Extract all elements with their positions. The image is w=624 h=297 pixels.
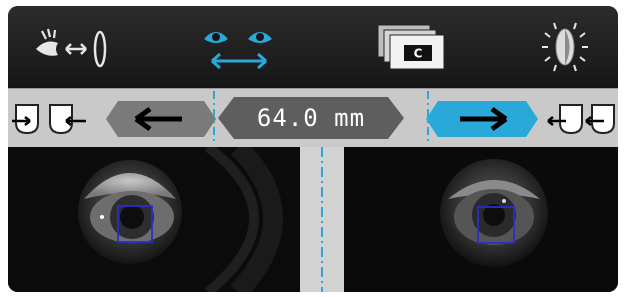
vertex-distance-tool[interactable]	[30, 16, 120, 78]
left-eye-image	[8, 147, 300, 292]
right-eye-image	[344, 147, 618, 292]
near-vision-card-tool[interactable]: C	[368, 16, 458, 78]
lens-light-icon	[542, 22, 588, 72]
left-eye-view[interactable]	[8, 147, 300, 292]
center-divider	[300, 147, 344, 292]
pupillary-distance-tool[interactable]	[194, 16, 284, 78]
right-monocular-eyes-icon	[547, 104, 615, 135]
toolbar: C	[8, 6, 618, 88]
binocular-pd-icon	[204, 32, 272, 70]
center-guide-line	[321, 147, 323, 292]
pd-value-text: 64.0 mm	[256, 104, 366, 132]
eye-lens-distance-icon	[36, 28, 107, 68]
pd-adjust-bar: 64.0 mm	[8, 88, 618, 148]
eye-camera-views	[8, 147, 618, 292]
lens-illumination-tool[interactable]	[530, 16, 600, 78]
right-eye-view[interactable]	[344, 147, 618, 292]
card-letter: C	[414, 47, 423, 61]
card-stack-c-icon: C	[377, 24, 445, 70]
pd-measurement-panel: C 64.0 mm	[8, 6, 618, 292]
